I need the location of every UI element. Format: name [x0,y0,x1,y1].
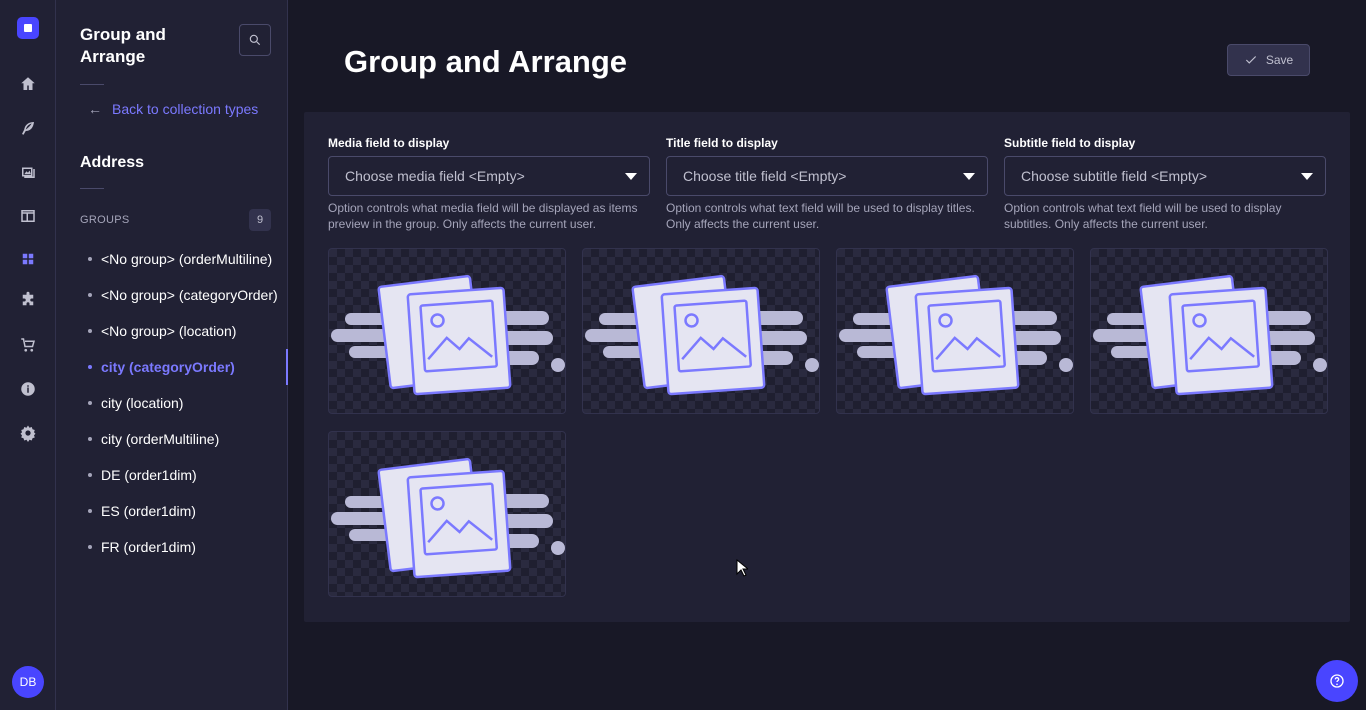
main-nav-rail: DB [0,0,56,710]
mouse-cursor-icon [736,559,748,577]
image-placeholder-icon [839,274,1073,396]
app-logo-icon[interactable] [17,17,39,39]
bullet-icon [88,293,92,297]
field-hint: Option controls what text field will be … [666,201,975,231]
arrow-left-icon: ← [88,101,102,117]
preview-card[interactable] [1090,248,1328,414]
field-label: Media field to display [328,136,450,150]
caret-down-icon [625,172,637,180]
group-item-label: <No group> (orderMultiline) [101,251,273,267]
caret-down-icon [1301,172,1313,180]
image-placeholder-icon [1093,274,1327,396]
check-icon [1245,56,1256,64]
puzzle-icon[interactable] [13,285,43,315]
preview-card[interactable] [328,431,566,597]
groups-count-badge: 9 [249,209,271,231]
preview-card[interactable] [328,248,566,414]
bullet-icon [88,329,92,333]
group-item[interactable]: <No group> (location) [56,313,288,349]
groups-list: <No group> (orderMultiline) <No group> (… [56,241,288,565]
divider [80,84,104,85]
divider [80,188,104,189]
preview-card[interactable] [582,248,820,414]
save-button[interactable]: Save [1227,44,1310,76]
info-icon[interactable] [13,374,43,404]
plugin-sidebar: Group and Arrange ← Back to collection t… [56,0,288,710]
bullet-icon [88,365,92,369]
image-placeholder-icon [331,274,565,396]
group-item-label: <No group> (categoryOrder) [101,287,278,303]
home-icon[interactable] [13,69,43,99]
bullet-icon [88,257,92,261]
group-item[interactable]: <No group> (orderMultiline) [56,241,288,277]
image-placeholder-icon [331,457,565,579]
cart-icon[interactable] [13,330,43,360]
select-value: Choose subtitle field <Empty> [1021,168,1207,184]
preview-card[interactable] [836,248,1074,414]
page-title: Group and Arrange [344,44,628,79]
group-item-label: city (categoryOrder) [101,359,235,375]
media-field-select[interactable]: Choose media field <Empty> [328,156,650,196]
feather-icon[interactable] [13,113,43,143]
sidebar-title: Group and Arrange [80,25,166,66]
media-library-icon[interactable] [13,157,43,187]
group-item[interactable]: FR (order1dim) [56,529,288,565]
bullet-icon [88,509,92,513]
group-item[interactable]: <No group> (categoryOrder) [56,277,288,313]
gear-icon[interactable] [13,418,43,448]
subtitle-field-setting: Subtitle field to display Choose subtitl… [1004,136,1326,232]
caret-down-icon [963,172,975,180]
settings-panel: Media field to display Choose media fiel… [304,112,1350,622]
select-value: Choose title field <Empty> [683,168,847,184]
bullet-icon [88,437,92,441]
group-item-active[interactable]: city (categoryOrder) [56,349,288,385]
field-hint: Option controls what text field will be … [1004,201,1282,231]
bullet-icon [88,545,92,549]
collection-name: Address [80,154,145,171]
group-item[interactable]: city (location) [56,385,288,421]
group-item[interactable]: city (orderMultiline) [56,421,288,457]
group-item-label: DE (order1dim) [101,467,197,483]
layout-icon[interactable] [13,201,43,231]
field-label: Subtitle field to display [1004,136,1136,150]
bullet-icon [88,401,92,405]
group-item-label: city (orderMultiline) [101,431,220,447]
select-value: Choose media field <Empty> [345,168,525,184]
subtitle-field-select[interactable]: Choose subtitle field <Empty> [1004,156,1326,196]
field-label: Title field to display [666,136,778,150]
group-item-label: city (location) [101,395,184,411]
question-icon [1330,674,1344,688]
image-placeholder-icon [585,274,819,396]
save-button-label: Save [1265,53,1294,67]
title-field-setting: Title field to display Choose title fiel… [666,136,988,232]
grid-icon[interactable] [13,244,43,274]
bullet-icon [88,473,92,477]
groups-heading: GROUPS [80,214,130,226]
search-button[interactable] [239,24,271,56]
group-item-label: FR (order1dim) [101,539,196,555]
back-to-collection-types-link[interactable]: ← Back to collection types [88,101,258,117]
user-avatar[interactable]: DB [12,666,44,698]
field-hint: Option controls what media field will be… [328,201,638,231]
group-item-label: <No group> (location) [101,323,237,339]
group-item-label: ES (order1dim) [101,503,196,519]
back-link-label: Back to collection types [112,101,259,117]
group-item[interactable]: DE (order1dim) [56,457,288,493]
group-item[interactable]: ES (order1dim) [56,493,288,529]
search-icon [249,34,261,46]
help-button[interactable] [1316,660,1358,702]
title-field-select[interactable]: Choose title field <Empty> [666,156,988,196]
media-field-setting: Media field to display Choose media fiel… [328,136,650,232]
